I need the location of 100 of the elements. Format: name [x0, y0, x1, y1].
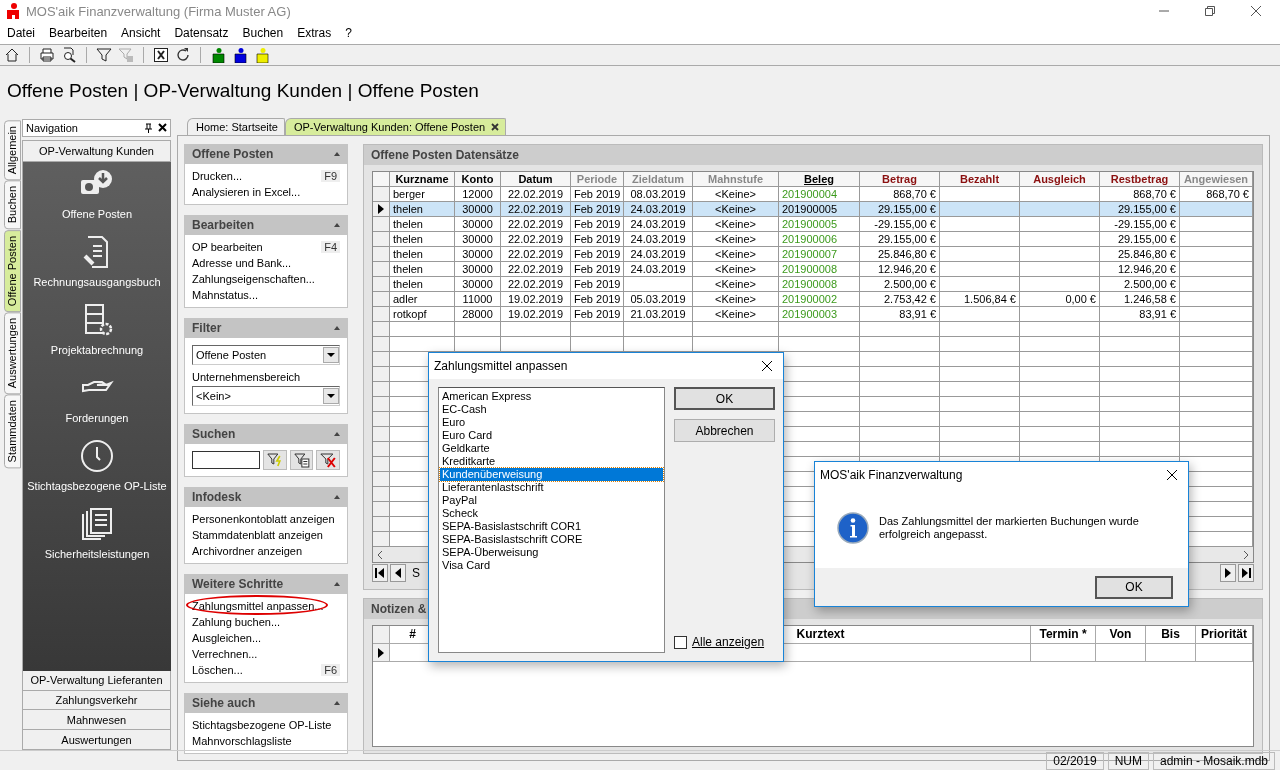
nav-item[interactable]: Forderungen: [65, 371, 129, 424]
list-item[interactable]: Kundenüberweisung: [440, 468, 663, 481]
task-link[interactable]: Drucken...: [192, 170, 243, 182]
table-row[interactable]: thelen 30000 22.02.2019 Feb 2019 24.03.2019 <Keine> 201900005 -29.155,00 € -29.155,00 €: [373, 217, 1253, 232]
nav-group-button[interactable]: Zahlungsverkehr: [22, 690, 171, 711]
column-header[interactable]: Betrag: [860, 172, 940, 187]
task-link[interactable]: Stichtagsbezogene OP-Liste: [192, 719, 332, 731]
menu-item[interactable]: Buchen: [242, 26, 284, 40]
column-header[interactable]: Beleg: [779, 172, 860, 187]
column-header[interactable]: Datum: [501, 172, 571, 187]
menu-item[interactable]: Datensatz: [174, 26, 229, 40]
dialog-button[interactable]: Abbrechen: [674, 419, 775, 442]
table-row[interactable]: thelen 30000 22.02.2019 Feb 2019 24.03.2019 <Keine> 201900008 12.946,20 € 12.946,20 €: [373, 262, 1253, 277]
menu-item[interactable]: Extras: [297, 26, 332, 40]
ok-button[interactable]: OK: [1095, 575, 1173, 599]
column-header[interactable]: Priorität: [1196, 626, 1253, 644]
table-row[interactable]: thelen 30000 22.02.2019 Feb 2019 <Keine> 201900008 2.500,00 € 2.500,00 €: [373, 277, 1253, 292]
side-tab[interactable]: Allgemein: [4, 120, 21, 181]
table-row[interactable]: thelen 30000 22.02.2019 Feb 2019 24.03.2019 <Keine> 201900007 25.846,80 € 25.846,80 €: [373, 247, 1253, 262]
list-item[interactable]: American Express: [440, 390, 663, 403]
list-item[interactable]: Visa Card: [440, 559, 663, 572]
table-cell: 83,91 €: [860, 307, 940, 322]
nav-group-button[interactable]: Mahnwesen: [22, 710, 171, 731]
table-cell: 29.155,00 €: [860, 202, 940, 217]
field-label: Unternehmensbereich: [192, 371, 302, 383]
column-header[interactable]: Restbetrag: [1100, 172, 1180, 187]
table-row[interactable]: thelen 30000 22.02.2019 Feb 2019 24.03.2019 <Keine> 201900006 29.155,00 € 29.155,00 €: [373, 232, 1253, 247]
table-cell: <Keine>: [693, 277, 779, 292]
column-header[interactable]: Bezahlt: [940, 172, 1020, 187]
section-header[interactable]: Suchen: [184, 424, 348, 444]
list-item[interactable]: SEPA-Basislastschrift COR1: [440, 520, 663, 533]
task-link[interactable]: Mahnvorschlagsliste: [192, 735, 292, 747]
menu-item[interactable]: ?: [345, 26, 352, 40]
table-row[interactable]: rotkopf 28000 19.02.2019 Feb 2019 21.03.2019 <Keine> 201900003 83,91 € 83,91 €: [373, 307, 1253, 322]
nav-section-header[interactable]: OP-Verwaltung Kunden: [22, 139, 171, 162]
table-cell: rotkopf: [390, 307, 455, 322]
table-row[interactable]: thelen 30000 22.02.2019 Feb 2019 24.03.2019 <Keine> 201900005 29.155,00 € 29.155,00 €: [373, 202, 1253, 217]
section-header[interactable]: Infodesk: [184, 487, 348, 507]
document-tab[interactable]: Home: Startseite: [187, 118, 285, 135]
column-header[interactable]: Bis: [1146, 626, 1196, 644]
task-link[interactable]: Verrechnen...: [192, 648, 258, 660]
table-row[interactable]: adler 11000 19.02.2019 Feb 2019 05.03.2019 <Keine> 201900002 2.753,42 € 1.506,84 € 0,00 € 1.246,58 €: [373, 292, 1253, 307]
list-item[interactable]: Scheck: [440, 507, 663, 520]
task-link[interactable]: Ausgleichen...: [192, 632, 262, 644]
table-cell: 24.03.2019: [624, 232, 693, 247]
nav-item[interactable]: Projektabrechnung: [50, 303, 144, 356]
column-header[interactable]: Konto: [455, 172, 501, 187]
table-cell: 201900008: [779, 277, 860, 292]
column-header[interactable]: Termin *: [1031, 626, 1096, 644]
nav-item[interactable]: Stichtagsbezogene OP-Liste: [27, 439, 167, 492]
section-header[interactable]: Weitere Schritte: [184, 574, 348, 594]
menu-item[interactable]: Datei: [7, 26, 35, 40]
side-tab[interactable]: Auswertungen: [4, 311, 21, 395]
list-item[interactable]: Geldkarte: [440, 442, 663, 455]
column-header[interactable]: Von: [1096, 626, 1146, 644]
nav-group-button[interactable]: Auswertungen: [22, 730, 171, 750]
table-cell: <Keine>: [693, 307, 779, 322]
section-header[interactable]: Offene Posten: [184, 144, 348, 164]
column-header[interactable]: Kurzname: [390, 172, 455, 187]
dialog-button[interactable]: OK: [674, 387, 775, 410]
list-item[interactable]: EC-Cash: [440, 403, 663, 416]
list-item[interactable]: SEPA-Überweisung: [440, 546, 663, 559]
section-header[interactable]: Filter: [184, 318, 348, 338]
section-header[interactable]: Siehe auch: [184, 693, 348, 713]
task-link[interactable]: Analysieren in Excel...: [192, 186, 301, 198]
table-cell: Feb 2019: [571, 217, 624, 232]
list-item[interactable]: Kreditkarte: [440, 455, 663, 468]
task-link[interactable]: Archivordner anzeigen: [192, 545, 303, 557]
menu-item[interactable]: Ansicht: [121, 26, 161, 40]
task-link[interactable]: Zahlung buchen...: [192, 616, 281, 628]
task-link[interactable]: Zahlungseigenschaften...: [192, 273, 315, 285]
list-item[interactable]: SEPA-Basislastschrift CORE: [440, 533, 663, 546]
task-link[interactable]: OP bearbeiten: [192, 241, 263, 253]
nav-item[interactable]: Sicherheitsleistungen: [44, 507, 150, 560]
table-cell: 22.02.2019: [501, 277, 571, 292]
column-header[interactable]: Ausgleich: [1020, 172, 1100, 187]
menu-item[interactable]: Bearbeiten: [49, 26, 108, 40]
task-link[interactable]: Löschen...: [192, 664, 243, 676]
side-tab[interactable]: Stammdaten: [4, 394, 21, 469]
table-cell: Feb 2019: [571, 247, 624, 262]
list-item[interactable]: Lieferantenlastschrift: [440, 481, 663, 494]
list-item[interactable]: Euro Card: [440, 429, 663, 442]
side-tab[interactable]: Offene Posten: [4, 229, 21, 312]
task-link[interactable]: Adresse und Bank...: [192, 257, 292, 269]
task-link[interactable]: Personenkontoblatt anzeigen: [192, 513, 335, 525]
dropdown[interactable]: <Kein>: [192, 386, 340, 406]
task-link[interactable]: Zahlungsmittel anpassen...: [192, 600, 324, 612]
table-cell: 201900005: [779, 202, 860, 217]
nav-group-button[interactable]: OP-Verwaltung Lieferanten: [22, 670, 171, 691]
list-item[interactable]: Euro: [440, 416, 663, 429]
dropdown[interactable]: Offene Posten: [192, 345, 340, 365]
table-cell: 24.03.2019: [624, 262, 693, 277]
side-tab[interactable]: Buchen: [4, 180, 21, 230]
document-tab[interactable]: OP-Verwaltung Kunden: Offene Posten: [284, 118, 507, 135]
task-link[interactable]: Mahnstatus...: [192, 289, 259, 301]
section-header[interactable]: Bearbeiten: [184, 215, 348, 235]
task-link[interactable]: Stammdatenblatt anzeigen: [192, 529, 323, 541]
nav-item[interactable]: Offene Posten: [61, 167, 133, 220]
list-item[interactable]: PayPal: [440, 494, 663, 507]
nav-item[interactable]: Rechnungsausgangsbuch: [33, 235, 161, 288]
